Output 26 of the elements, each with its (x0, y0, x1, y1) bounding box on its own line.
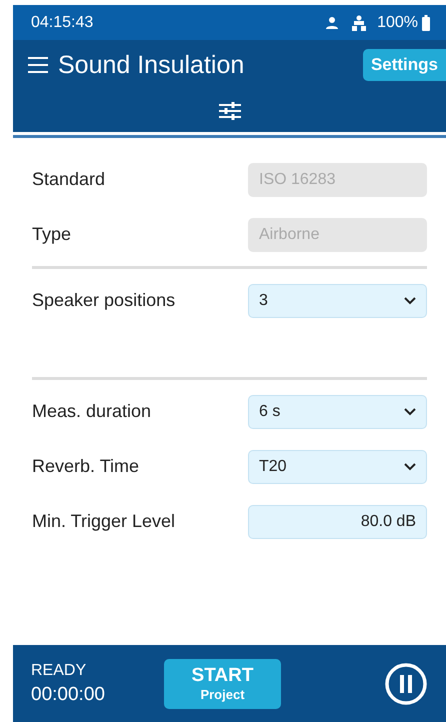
dropdown[interactable]: T20 (248, 450, 427, 484)
elapsed-time: 00:00:00 (31, 684, 106, 706)
field-label: Reverb. Time (32, 456, 140, 477)
readonly-field: ISO 16283 (248, 162, 427, 196)
chevron-down-icon (404, 408, 416, 416)
status-text: READY (31, 662, 88, 680)
field-label: Standard (32, 169, 106, 190)
battery-percentage: 100% (377, 14, 418, 32)
person-icon (325, 16, 340, 30)
clock-time: 04:15:43 (31, 14, 94, 32)
menu-icon[interactable] (28, 57, 48, 73)
field-label: Speaker positions (32, 290, 176, 311)
readonly-field: Airborne (248, 218, 427, 252)
screen-title: Sound Insulation (58, 50, 246, 80)
network-icon (351, 14, 368, 30)
chevron-down-icon (404, 296, 416, 304)
sliders-icon[interactable] (218, 101, 242, 121)
battery-icon (422, 14, 430, 30)
dropdown[interactable]: 6 s (248, 394, 427, 428)
dropdown[interactable]: 3 (248, 284, 427, 318)
field-label: Min. Trigger Level (32, 511, 176, 532)
chevron-down-icon (404, 462, 416, 470)
field-label: Meas. duration (32, 401, 152, 422)
pause-icon[interactable] (384, 662, 428, 706)
field-label: Type (32, 224, 72, 245)
input-field[interactable]: 80.0 dB (248, 504, 427, 538)
